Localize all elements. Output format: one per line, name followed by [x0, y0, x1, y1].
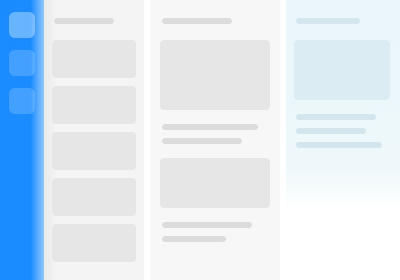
list-item[interactable]: [52, 132, 136, 170]
content-card: [160, 40, 270, 110]
placeholder-line: [162, 236, 226, 242]
list-panel: [44, 0, 144, 280]
placeholder-line: [162, 138, 242, 144]
search-icon[interactable]: [9, 50, 35, 76]
placeholder-line: [296, 142, 382, 148]
home-icon[interactable]: [9, 12, 35, 38]
list-item[interactable]: [52, 178, 136, 216]
content-card: [160, 158, 270, 208]
detail-panel: [286, 0, 400, 280]
placeholder-line: [296, 18, 360, 24]
detail-card: [294, 40, 390, 100]
placeholder-line: [296, 114, 376, 120]
placeholder-line: [54, 18, 114, 24]
content-panel: [150, 0, 280, 280]
placeholder-line: [162, 18, 232, 24]
list-item[interactable]: [52, 86, 136, 124]
settings-icon[interactable]: [9, 88, 35, 114]
list-item[interactable]: [52, 224, 136, 262]
placeholder-line: [162, 222, 252, 228]
list-item[interactable]: [52, 40, 136, 78]
placeholder-line: [296, 128, 366, 134]
placeholder-line: [162, 124, 258, 130]
sidebar: [0, 0, 44, 280]
